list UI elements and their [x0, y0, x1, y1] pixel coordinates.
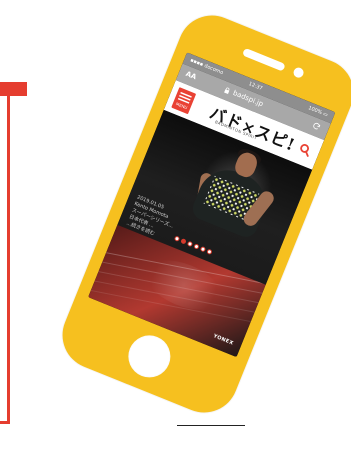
speaker-slot [241, 47, 286, 72]
lock-icon [224, 87, 230, 95]
slide-dot-active[interactable] [180, 238, 187, 245]
phone-screen: ▪▪▪▪ docomo 12:37 100% ▭ AA badspi.jp ME… [88, 52, 336, 358]
slide-dot[interactable] [206, 248, 213, 256]
canvas: ▪▪▪▪ docomo 12:37 100% ▭ AA badspi.jp ME… [0, 0, 351, 456]
left-red-header [0, 82, 27, 96]
slide-dot[interactable] [199, 245, 207, 253]
banner-brand-label: YONEX [212, 333, 235, 347]
menu-button[interactable]: MENU [171, 87, 197, 115]
phone-frame: ▪▪▪▪ docomo 12:37 100% ▭ AA badspi.jp ME… [52, 5, 351, 423]
slide-dot[interactable] [186, 240, 194, 248]
reload-icon[interactable] [312, 121, 322, 131]
search-icon[interactable] [297, 142, 313, 158]
battery-icon: ▭ [320, 110, 329, 119]
slide-dot[interactable] [193, 243, 200, 250]
underline-rule [177, 425, 245, 426]
text-size-button[interactable]: AA [185, 70, 198, 81]
left-red-frame [0, 82, 10, 424]
slide-dot[interactable] [173, 235, 181, 242]
camera-dot [292, 66, 306, 80]
home-button[interactable] [122, 329, 177, 384]
